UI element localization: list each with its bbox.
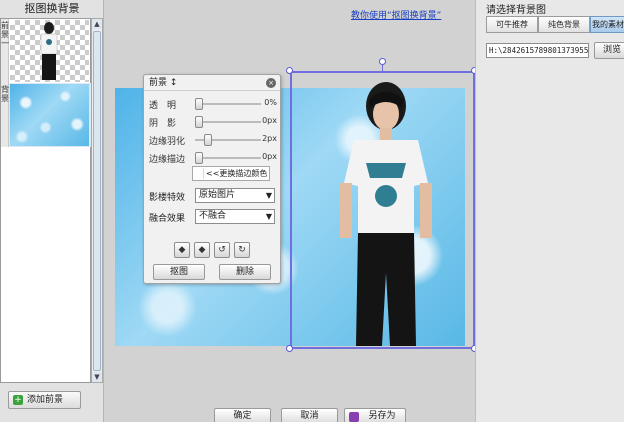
background-thumbnail[interactable]: 背景 [1,83,91,147]
selection-box[interactable] [290,71,475,349]
stroke-label: 边缘描边 [149,155,186,165]
opacity-value: 0% [264,98,277,107]
feather-row: 边缘羽化 2px [149,133,277,147]
tab-solid-color[interactable]: 纯色背景 [538,16,590,33]
chevron-down-icon: ▼ [265,212,272,221]
scroll-down-arrow-icon[interactable]: ▼ [92,372,102,382]
blend-effect-select[interactable]: 不融合 ▼ [195,209,275,224]
save-as-button[interactable]: 另存为 [344,408,406,422]
left-panel: 抠图换背景 前景一 背景 ▲ ▼ + 添加前景 [0,0,104,422]
add-foreground-button[interactable]: + 添加前景 [8,391,81,409]
add-foreground-label: 添加前景 [27,395,64,405]
cancel-button[interactable]: 取消 [281,408,338,422]
change-stroke-color-label: <<更换描边颜色 [206,169,268,178]
shadow-value: 0px [262,116,277,125]
stroke-slider-knob[interactable] [195,152,203,164]
save-icon [349,412,359,422]
shadow-effect-value: 原始图片 [199,190,236,200]
opacity-label: 透 明 [149,101,177,111]
shadow-row: 阴 影 0px [149,115,277,129]
tab-my-materials[interactable]: 我的素材 [590,16,624,33]
right-panel-title: 请选择背景图 [486,5,546,16]
shadow-slider-knob[interactable] [195,116,203,128]
chevron-down-icon: ▼ [265,191,272,200]
rotate-handle[interactable] [379,58,386,65]
stroke-slider-track[interactable] [195,157,261,159]
shadow-effect-label: 影楼特效 [149,193,186,203]
layer-thumbnail-list: 前景一 背景 [0,18,91,383]
tutorial-link[interactable]: 教你使用“抠图换背景” [351,8,441,21]
feather-value: 2px [262,134,277,143]
person-cutout-image [40,22,58,80]
ok-button[interactable]: 确定 [214,408,271,422]
cutout-button[interactable]: 抠图 [153,264,205,280]
resize-handle-top-left[interactable] [286,67,293,74]
background-preview-image [10,84,89,146]
save-as-label: 另存为 [368,411,396,421]
foreground-thumbnail[interactable]: 前景一 [1,19,91,83]
shadow-effect-select[interactable]: 原始图片 ▼ [195,188,275,203]
thumbnail-scrollbar[interactable]: ▲ ▼ [91,18,103,383]
file-path-input[interactable]: H:\28426157898013739551 [486,43,589,58]
opacity-slider-knob[interactable] [195,98,203,110]
stroke-row: 边缘描边 0px [149,151,277,165]
blend-effect-label: 融合效果 [149,214,186,224]
opacity-row: 透 明 0% [149,97,277,111]
shadow-label: 阴 影 [149,119,177,129]
foreground-preview-image [10,20,89,82]
stroke-value: 0px [262,152,277,161]
blend-effect-row: 融合效果 不融合 ▼ [149,209,277,224]
resize-handle-bottom-left[interactable] [286,345,293,352]
background-source-tabs: 可牛推荐 纯色背景 我的素材 [486,16,624,33]
shadow-effect-row: 影楼特效 原始图片 ▼ [149,188,277,203]
flip-horizontal-icon[interactable]: ◆ [174,242,190,258]
flip-vertical-icon[interactable]: ◆ [194,242,210,258]
close-icon[interactable]: × [266,78,276,88]
stroke-color-swatch [194,168,204,179]
panel-title: 前景 ↕ [149,78,178,88]
blend-effect-value: 不融合 [199,211,227,221]
left-panel-title: 抠图换背景 [24,2,80,15]
scrollbar-thumb[interactable] [93,31,101,371]
feather-slider-knob[interactable] [204,134,212,146]
rotate-left-icon[interactable]: ↺ [214,242,230,258]
delete-button[interactable]: 删除 [219,264,271,280]
transform-toolbar: ◆ ◆ ↺ ↻ [174,242,254,258]
feather-label: 边缘羽化 [149,137,186,147]
thumbnail-label: 背景 [1,83,9,147]
add-image-icon: + [13,395,23,405]
browse-button[interactable]: 浏览 [594,42,624,59]
shadow-slider-track[interactable] [195,121,261,123]
panel-header[interactable]: 前景 ↕ × [144,75,280,91]
foreground-settings-panel: 前景 ↕ × 透 明 0% 阴 影 0px 边缘羽化 2px 边缘描边 0px … [143,74,281,284]
change-stroke-color-button[interactable]: <<更换描边颜色 [192,166,270,181]
right-panel: 请选择背景图 可牛推荐 纯色背景 我的素材 H:\284261578980137… [475,0,624,422]
tab-recommended[interactable]: 可牛推荐 [486,16,538,33]
scroll-up-arrow-icon[interactable]: ▲ [92,19,102,29]
opacity-slider-track[interactable] [195,103,261,105]
thumbnail-label: 前景一 [1,19,9,83]
rotate-right-icon[interactable]: ↻ [234,242,250,258]
